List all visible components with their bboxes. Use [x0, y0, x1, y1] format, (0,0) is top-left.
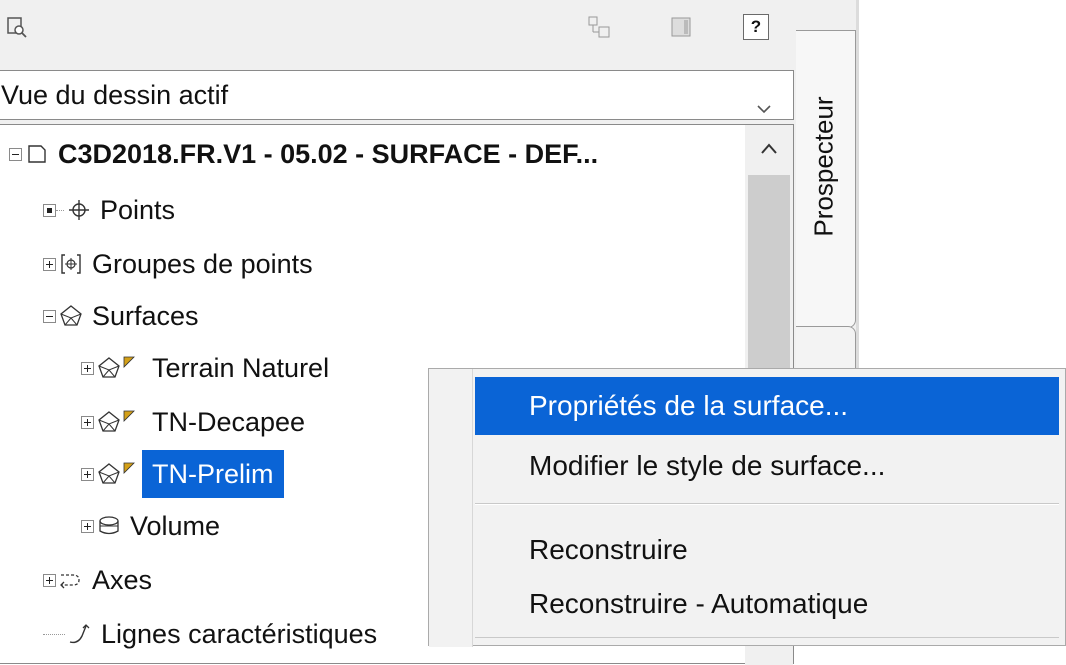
feature-line-icon: [67, 621, 93, 647]
menu-separator: [475, 637, 1059, 638]
scroll-up-arrow-icon[interactable]: [745, 125, 793, 173]
toolbar: ?: [0, 0, 800, 60]
expand-toggle[interactable]: [81, 361, 94, 375]
tree-node-surfaces[interactable]: Surfaces: [43, 291, 199, 341]
tree-node-root[interactable]: C3D2018.FR.V1 - 05.02 - SURFACE - DEF...: [9, 129, 598, 179]
view-dropdown-value: Vue du dessin actif: [1, 80, 229, 110]
expand-toggle[interactable]: [81, 415, 94, 429]
expand-toggle[interactable]: [81, 467, 94, 481]
expand-toggle[interactable]: [81, 519, 94, 533]
collapse-toggle[interactable]: [9, 147, 22, 161]
tree-node-feature-lines[interactable]: Lignes caractéristiques: [43, 609, 377, 659]
drawing-icon: [24, 141, 50, 167]
surface-icon: [58, 303, 84, 329]
tree-node-surface-label: Terrain Naturel: [152, 352, 330, 383]
out-of-date-flag-icon: [122, 455, 136, 481]
tab-prospecteur-label: Prospecteur: [808, 96, 839, 237]
tree-node-surface-tn-decapee[interactable]: TN-Decapee: [81, 397, 305, 447]
tree-node-root-label: C3D2018.FR.V1 - 05.02 - SURFACE - DEF...: [58, 138, 599, 169]
tree-node-axes-label: Axes: [92, 564, 153, 595]
tree-node-volume[interactable]: Volume: [81, 501, 220, 551]
surface-icon: [96, 409, 122, 435]
menu-item-edit-surface-style[interactable]: Modifier le style de surface...: [475, 437, 1059, 495]
menu-item-rebuild-automatic[interactable]: Reconstruire - Automatique: [475, 575, 1059, 633]
tree-node-surfaces-label: Surfaces: [92, 300, 199, 331]
menu-separator-highlight: [475, 504, 1059, 505]
point-group-icon: [58, 251, 84, 277]
out-of-date-flag-icon: [122, 403, 136, 429]
tree-node-points[interactable]: Points: [43, 185, 175, 235]
menu-icon-gutter: [429, 369, 473, 647]
tree-node-point-groups-label: Groupes de points: [92, 248, 313, 279]
tree-connector: [43, 633, 65, 635]
surface-icon: [96, 355, 122, 381]
tree-node-surface-label: TN-Decapee: [152, 406, 306, 437]
tree-node-points-label: Points: [100, 194, 176, 225]
collapse-toggle[interactable]: [43, 309, 56, 323]
tree-node-surface-label-selected: TN-Prelim: [142, 450, 284, 498]
tree-node-volume-label: Volume: [130, 510, 221, 541]
alignment-icon: [58, 567, 84, 593]
zoom-preview-icon[interactable]: [4, 14, 30, 40]
item-view-panel-icon[interactable]: [668, 14, 694, 40]
menu-item-rebuild[interactable]: Reconstruire: [475, 521, 1059, 579]
leaf-marker: [43, 203, 56, 217]
expand-toggle[interactable]: [43, 573, 56, 587]
view-dropdown[interactable]: Vue du dessin actif: [0, 70, 794, 120]
toggle-item-view-icon[interactable]: [586, 14, 612, 40]
tab-prospecteur[interactable]: Prospecteur: [796, 30, 856, 328]
help-button[interactable]: ?: [743, 14, 769, 40]
expand-toggle[interactable]: [43, 257, 56, 271]
tree-node-surface-tn-prelim[interactable]: TN-Prelim: [81, 449, 284, 499]
menu-item-surface-properties[interactable]: Propriétés de la surface...: [475, 377, 1059, 435]
out-of-date-flag-icon: [122, 349, 136, 375]
tree-node-point-groups[interactable]: Groupes de points: [43, 239, 313, 289]
tree-node-surface-terrain-naturel[interactable]: Terrain Naturel: [81, 343, 329, 393]
volume-surface-icon: [96, 513, 122, 539]
tree-node-axes[interactable]: Axes: [43, 555, 152, 605]
tree-connector: [56, 209, 64, 211]
point-icon: [66, 197, 92, 223]
context-menu: Propriétés de la surface... Modifier le …: [428, 368, 1066, 647]
tree-node-feature-lines-label: Lignes caractéristiques: [101, 618, 378, 649]
surface-icon: [96, 461, 122, 487]
